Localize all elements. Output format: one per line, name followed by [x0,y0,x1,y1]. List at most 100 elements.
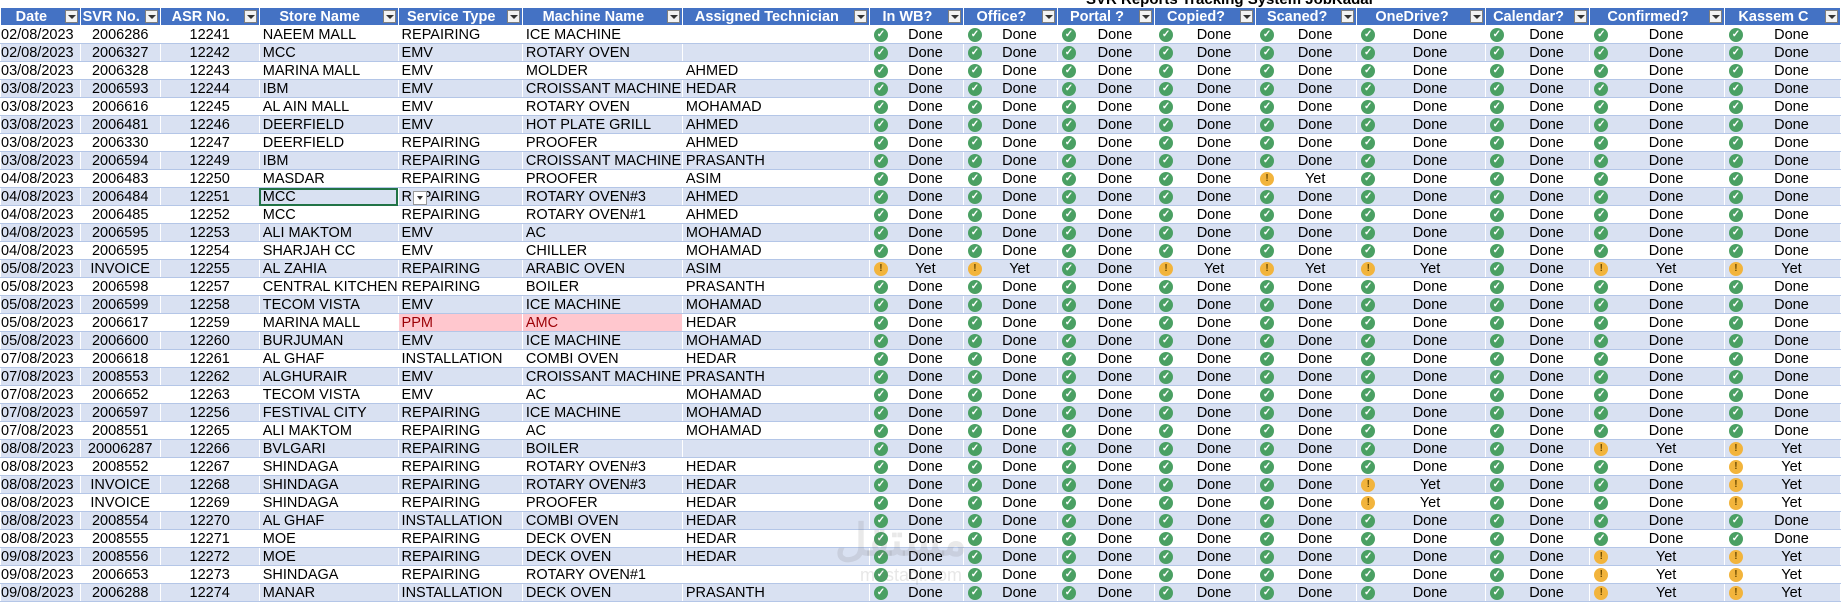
svr-no-cell[interactable]: INVOICE [79,259,161,278]
status-cell[interactable]: ✓ Done [962,241,1058,260]
status-cell[interactable]: ✓ Done [962,25,1058,44]
status-cell[interactable]: ✓ Done [1484,133,1591,152]
status-cell[interactable]: ✓ Done [962,349,1058,368]
status-cell[interactable]: ✓ Done [1356,223,1486,242]
technician-cell[interactable]: PRASANTH [681,367,870,386]
status-cell[interactable]: ✓ Done [1723,133,1841,152]
status-cell[interactable]: ✓ Done [962,529,1058,548]
status-cell[interactable]: ✓ Done [1056,115,1156,134]
status-cell[interactable]: ✓ Done [1484,169,1591,188]
table-row[interactable]: 09/08/2023 2006288 12274 MANAR INSTALLATION D… [0,583,1841,602]
status-cell[interactable]: ! Yet [1723,457,1841,476]
status-cell[interactable]: ✓ Done [1356,61,1486,80]
asr-no-cell[interactable]: 12268 [159,475,260,494]
status-cell[interactable]: ✓ Done [1356,457,1486,476]
store-name-cell[interactable]: TECOM VISTA [258,385,399,404]
service-type-cell[interactable]: INSTALLATION [397,349,523,368]
svr-no-cell[interactable]: 2006598 [79,277,161,296]
machine-name-cell[interactable]: ICE MACHINE [521,295,683,314]
store-name-cell[interactable]: TECOM VISTA [258,295,399,314]
asr-no-cell[interactable]: 12267 [159,457,260,476]
table-row[interactable]: 08/08/2023 2008552 12267 SHINDAGA REPAIRING R… [0,457,1841,476]
status-cell[interactable]: ✓ Done [1255,385,1358,404]
date-cell[interactable]: 04/08/2023 [0,187,81,206]
table-row[interactable]: 07/08/2023 2008553 12262 ALGHURAIR EMV CROISS… [0,367,1841,386]
status-cell[interactable]: ✓ Done [868,565,964,584]
svr-no-cell[interactable]: 2006618 [79,349,161,368]
status-cell[interactable]: ✓ Done [1356,367,1486,386]
service-type-cell[interactable]: INSTALLATION [397,511,523,530]
status-cell[interactable]: ✓ Done [1723,331,1841,350]
column-header[interactable]: Service Type [397,7,523,26]
store-name-cell[interactable]: SHARJAH CC [258,241,399,260]
status-cell[interactable]: ✓ Done [1255,493,1358,512]
service-type-cell[interactable]: EMV [397,61,523,80]
status-cell[interactable]: ✓ Done [1056,367,1156,386]
date-cell[interactable]: 08/08/2023 [0,511,81,530]
status-cell[interactable]: ✓ Done [868,277,964,296]
status-cell[interactable]: ✓ Done [868,313,964,332]
status-cell[interactable]: ✓ Done [1356,421,1486,440]
status-cell[interactable]: ✓ Done [1056,385,1156,404]
filter-dropdown-icon[interactable] [853,10,867,23]
service-type-cell[interactable]: REPAIRING [397,205,523,224]
status-cell[interactable]: ✓ Done [1723,97,1841,116]
status-cell[interactable]: ✓ Done [868,439,964,458]
status-cell[interactable]: ✓ Done [1056,241,1156,260]
store-name-cell[interactable]: AL GHAF [258,349,399,368]
technician-cell[interactable]: PRASANTH [681,583,870,602]
status-cell[interactable]: ✓ Done [1723,313,1841,332]
status-cell[interactable]: ✓ Done [1589,61,1725,80]
status-cell[interactable]: ✓ Done [1723,205,1841,224]
status-cell[interactable]: ✓ Done [962,511,1058,530]
filter-dropdown-icon[interactable] [382,10,396,23]
status-cell[interactable]: ✓ Done [1356,97,1486,116]
status-cell[interactable]: ✓ Done [1255,205,1358,224]
status-cell[interactable]: ✓ Done [1154,187,1257,206]
machine-name-cell[interactable]: AC [521,223,683,242]
status-cell[interactable]: ✓ Done [1255,367,1358,386]
table-row[interactable]: 08/08/2023 INVOICE 12269 SHINDAGA REPAIRING P… [0,493,1841,512]
machine-name-cell[interactable]: CROISSANT MACHINE [521,79,683,98]
status-cell[interactable]: ! Yet [1356,475,1486,494]
svr-no-cell[interactable]: 2006600 [79,331,161,350]
table-row[interactable]: 08/08/2023 2008554 12270 AL GHAF INSTALLATIO… [0,511,1841,530]
technician-cell[interactable]: HEDAR [681,493,870,512]
technician-cell[interactable]: ASIM [681,259,870,278]
column-header[interactable]: Machine Name [521,7,683,26]
date-cell[interactable]: 03/08/2023 [0,97,81,116]
status-cell[interactable]: ✓ Done [868,331,964,350]
status-cell[interactable]: ✓ Done [868,295,964,314]
technician-cell[interactable]: HEDAR [681,349,870,368]
status-cell[interactable]: ✓ Done [1484,313,1591,332]
column-header[interactable]: Store Name [258,7,399,26]
status-cell[interactable]: ✓ Done [1723,295,1841,314]
status-cell[interactable]: ✓ Done [868,457,964,476]
status-cell[interactable]: ✓ Done [1484,151,1591,170]
status-cell[interactable]: ✓ Done [1589,457,1725,476]
service-type-cell[interactable]: EMV [397,97,523,116]
status-cell[interactable]: ✓ Done [1723,241,1841,260]
status-cell[interactable]: ✓ Done [1356,385,1486,404]
status-cell[interactable]: ✓ Done [1056,439,1156,458]
status-cell[interactable]: ✓ Done [868,25,964,44]
status-cell[interactable]: ✓ Done [1255,79,1358,98]
table-row[interactable]: 08/08/2023 INVOICE 12268 SHINDAGA REPAIRING R… [0,475,1841,494]
store-name-cell[interactable]: SHINDAGA [258,457,399,476]
technician-cell[interactable]: MOHAMAD [681,295,870,314]
service-type-cell[interactable]: REPAIRING [397,529,523,548]
service-type-cell[interactable]: EMV [397,79,523,98]
filter-dropdown-icon[interactable] [1708,10,1722,23]
asr-no-cell[interactable]: 12271 [159,529,260,548]
store-name-cell[interactable]: MARINA MALL [258,61,399,80]
status-cell[interactable]: ✓ Done [1723,349,1841,368]
svr-no-cell[interactable]: 2006652 [79,385,161,404]
filter-dropdown-icon[interactable] [506,10,520,23]
service-type-cell[interactable]: EMV [397,367,523,386]
store-name-cell[interactable]: ALI MAKTOM [258,223,399,242]
status-cell[interactable]: ✓ Done [1589,205,1725,224]
svr-no-cell[interactable]: 2006594 [79,151,161,170]
status-cell[interactable]: ✓ Done [1356,115,1486,134]
date-cell[interactable]: 02/08/2023 [0,43,81,62]
status-cell[interactable]: ✓ Done [1255,511,1358,530]
